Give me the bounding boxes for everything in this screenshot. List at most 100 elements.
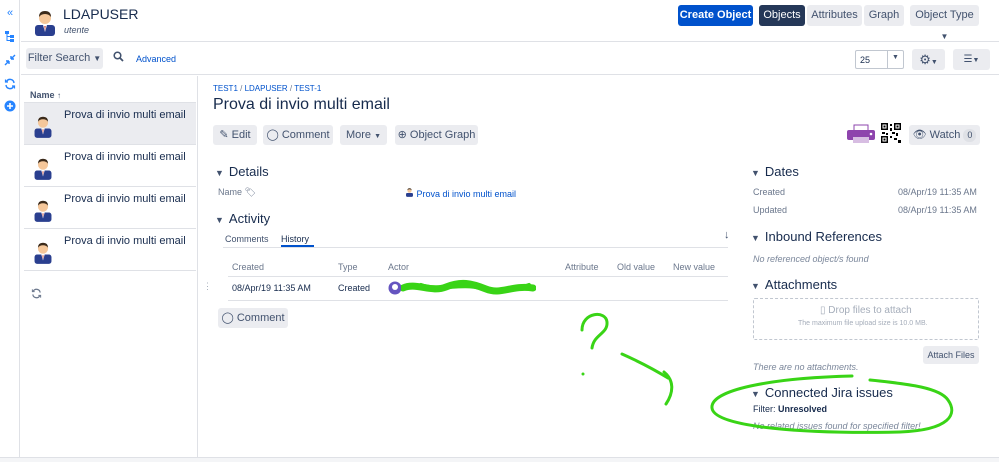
actor-avatar <box>388 281 402 298</box>
shrink-icon[interactable] <box>3 54 17 68</box>
attachments-heading-label: Attachments <box>764 277 838 292</box>
inbound-references-heading[interactable]: ▼ Inbound References <box>751 229 882 244</box>
object-graph-label: Object Graph <box>409 129 476 141</box>
hierarchy-icon[interactable] <box>3 30 17 44</box>
settings-dropdown[interactable]: ⚙▼ <box>912 49 945 70</box>
list-item-label: Prova di invio multi email <box>64 193 186 205</box>
chevron-down-icon: ▼ <box>892 54 899 61</box>
inbound-empty-message: No referenced object/s found <box>753 254 869 264</box>
updated-label: Updated <box>753 205 788 215</box>
eye-icon: 👁 <box>912 129 927 141</box>
list-item[interactable]: Prova di invio multi email <box>24 103 196 145</box>
list-item[interactable]: Prova di invio multi email <box>24 229 196 271</box>
chevron-down-icon: ▼ <box>751 281 760 291</box>
filter-search-dropdown[interactable]: Filter Search ▼ <box>26 48 103 69</box>
details-heading-label: Details <box>228 164 269 179</box>
layout-dropdown[interactable]: ☰▼ <box>953 49 990 70</box>
user-avatar-icon <box>32 239 54 268</box>
view-graph-button[interactable]: Graph <box>864 5 904 26</box>
dates-heading[interactable]: ▼ Dates <box>751 164 799 179</box>
redaction-scribble <box>401 279 536 295</box>
name-attribute-value[interactable]: Prova di invio multi email <box>405 187 516 199</box>
breadcrumb-separator: / <box>237 84 245 93</box>
table-row-divider <box>228 300 728 301</box>
qr-code-icon[interactable] <box>880 122 902 147</box>
view-attributes-button[interactable]: Attributes <box>807 5 862 26</box>
activity-heading[interactable]: ▼ Activity <box>215 211 270 226</box>
tab-divider <box>223 247 728 248</box>
chevron-down-icon: ▼ <box>374 133 382 140</box>
page-size-select[interactable]: 25 ▼ <box>855 50 904 69</box>
object-title: Prova di invio multi email <box>213 96 390 113</box>
tag-icon: 🏷 <box>244 187 256 197</box>
inbound-heading-label: Inbound References <box>764 229 883 244</box>
filter-bar: Filter Search ▼ Advanced 25 ▼ ⚙▼ ☰▼ <box>21 43 999 75</box>
object-type-title: LDAPUSER <box>63 6 139 22</box>
left-rail: « <box>0 0 20 462</box>
collapse-icon[interactable]: « <box>3 6 17 20</box>
breadcrumb-item-type[interactable]: LDAPUSER <box>245 84 288 93</box>
user-avatar-icon <box>32 113 54 142</box>
add-comment-button[interactable]: ◯ Comment <box>218 308 288 328</box>
user-avatar-icon <box>32 155 54 184</box>
object-list-panel: Name ↑ Prova di invio multi email Prova … <box>21 76 198 462</box>
object-type-subtitle: utente <box>64 25 90 35</box>
print-icon[interactable] <box>846 124 876 147</box>
list-item-label: Prova di invio multi email <box>64 109 186 121</box>
column-header-attribute: Attribute <box>565 262 599 272</box>
sort-arrow-icon[interactable]: ↓ <box>724 229 730 241</box>
chevron-down-icon: ▼ <box>751 168 760 178</box>
resize-handle[interactable]: ⋮ <box>203 281 212 292</box>
select-divider <box>887 51 888 68</box>
user-avatar-icon <box>405 188 414 199</box>
create-object-button[interactable]: Create Object <box>678 5 753 26</box>
object-header: LDAPUSER utente Create Object Objects At… <box>21 0 999 42</box>
updated-value: 08/Apr/19 11:35 AM <box>898 205 977 215</box>
gear-icon: ⚙ <box>919 52 931 67</box>
search-icon[interactable] <box>113 51 124 65</box>
view-objects-button[interactable]: Objects <box>759 5 805 26</box>
list-header[interactable]: Name ↑ <box>30 90 61 100</box>
add-icon[interactable] <box>3 100 17 114</box>
advanced-search-link[interactable]: Advanced <box>136 54 176 64</box>
details-heading[interactable]: ▼ Details <box>215 164 269 179</box>
object-avatar <box>32 8 58 38</box>
layout-icon: ☰ <box>963 54 973 65</box>
watch-button[interactable]: 👁 Watch 0 <box>909 125 980 145</box>
watch-count-badge: 0 <box>963 129 977 142</box>
sort-arrow-icon: ↑ <box>57 91 62 100</box>
breadcrumb-item-schema[interactable]: TEST1 <box>213 84 238 93</box>
column-header-new-value: New value <box>673 262 716 272</box>
filter-search-label: Filter Search <box>27 52 91 64</box>
created-label: Created <box>753 187 786 197</box>
page-size-value: 25 <box>860 55 871 65</box>
refresh-icon[interactable] <box>3 78 17 92</box>
column-header-type: Type <box>338 262 358 272</box>
comment-icon: ◯ <box>221 312 234 324</box>
breadcrumb-item-key[interactable]: TEST-1 <box>294 84 321 93</box>
bottom-border <box>0 457 999 462</box>
comment-icon: ◯ <box>266 129 279 141</box>
watch-label: Watch <box>929 129 961 141</box>
breadcrumb: TEST1 / LDAPUSER / TEST-1 <box>213 84 321 93</box>
list-item-label: Prova di invio multi email <box>64 235 186 247</box>
tab-comments[interactable]: Comments <box>225 234 269 244</box>
object-graph-button[interactable]: ⊕ Object Graph <box>395 125 478 145</box>
row-type: Created <box>338 283 371 293</box>
more-dropdown[interactable]: More ▼ <box>340 125 387 145</box>
attachments-heading[interactable]: ▼ Attachments <box>751 277 837 292</box>
edit-button[interactable]: ✎ Edit <box>213 125 257 145</box>
hand-drawn-annotation <box>580 313 954 434</box>
object-type-label: Object Type <box>915 9 974 21</box>
name-attribute-label: Name 🏷 <box>218 187 256 198</box>
tab-history[interactable]: History <box>281 234 309 244</box>
loading-refresh-icon[interactable] <box>31 288 42 302</box>
list-item[interactable]: Prova di invio multi email <box>24 187 196 229</box>
list-item[interactable]: Prova di invio multi email <box>24 145 196 187</box>
object-type-dropdown[interactable]: Object Type ▼ <box>910 5 979 41</box>
chevron-down-icon: ▼ <box>93 54 102 63</box>
chevron-down-icon: ▼ <box>215 168 224 178</box>
activity-heading-label: Activity <box>228 211 271 226</box>
comment-action-button[interactable]: ◯ Comment <box>263 125 333 145</box>
user-avatar-icon <box>32 197 54 226</box>
